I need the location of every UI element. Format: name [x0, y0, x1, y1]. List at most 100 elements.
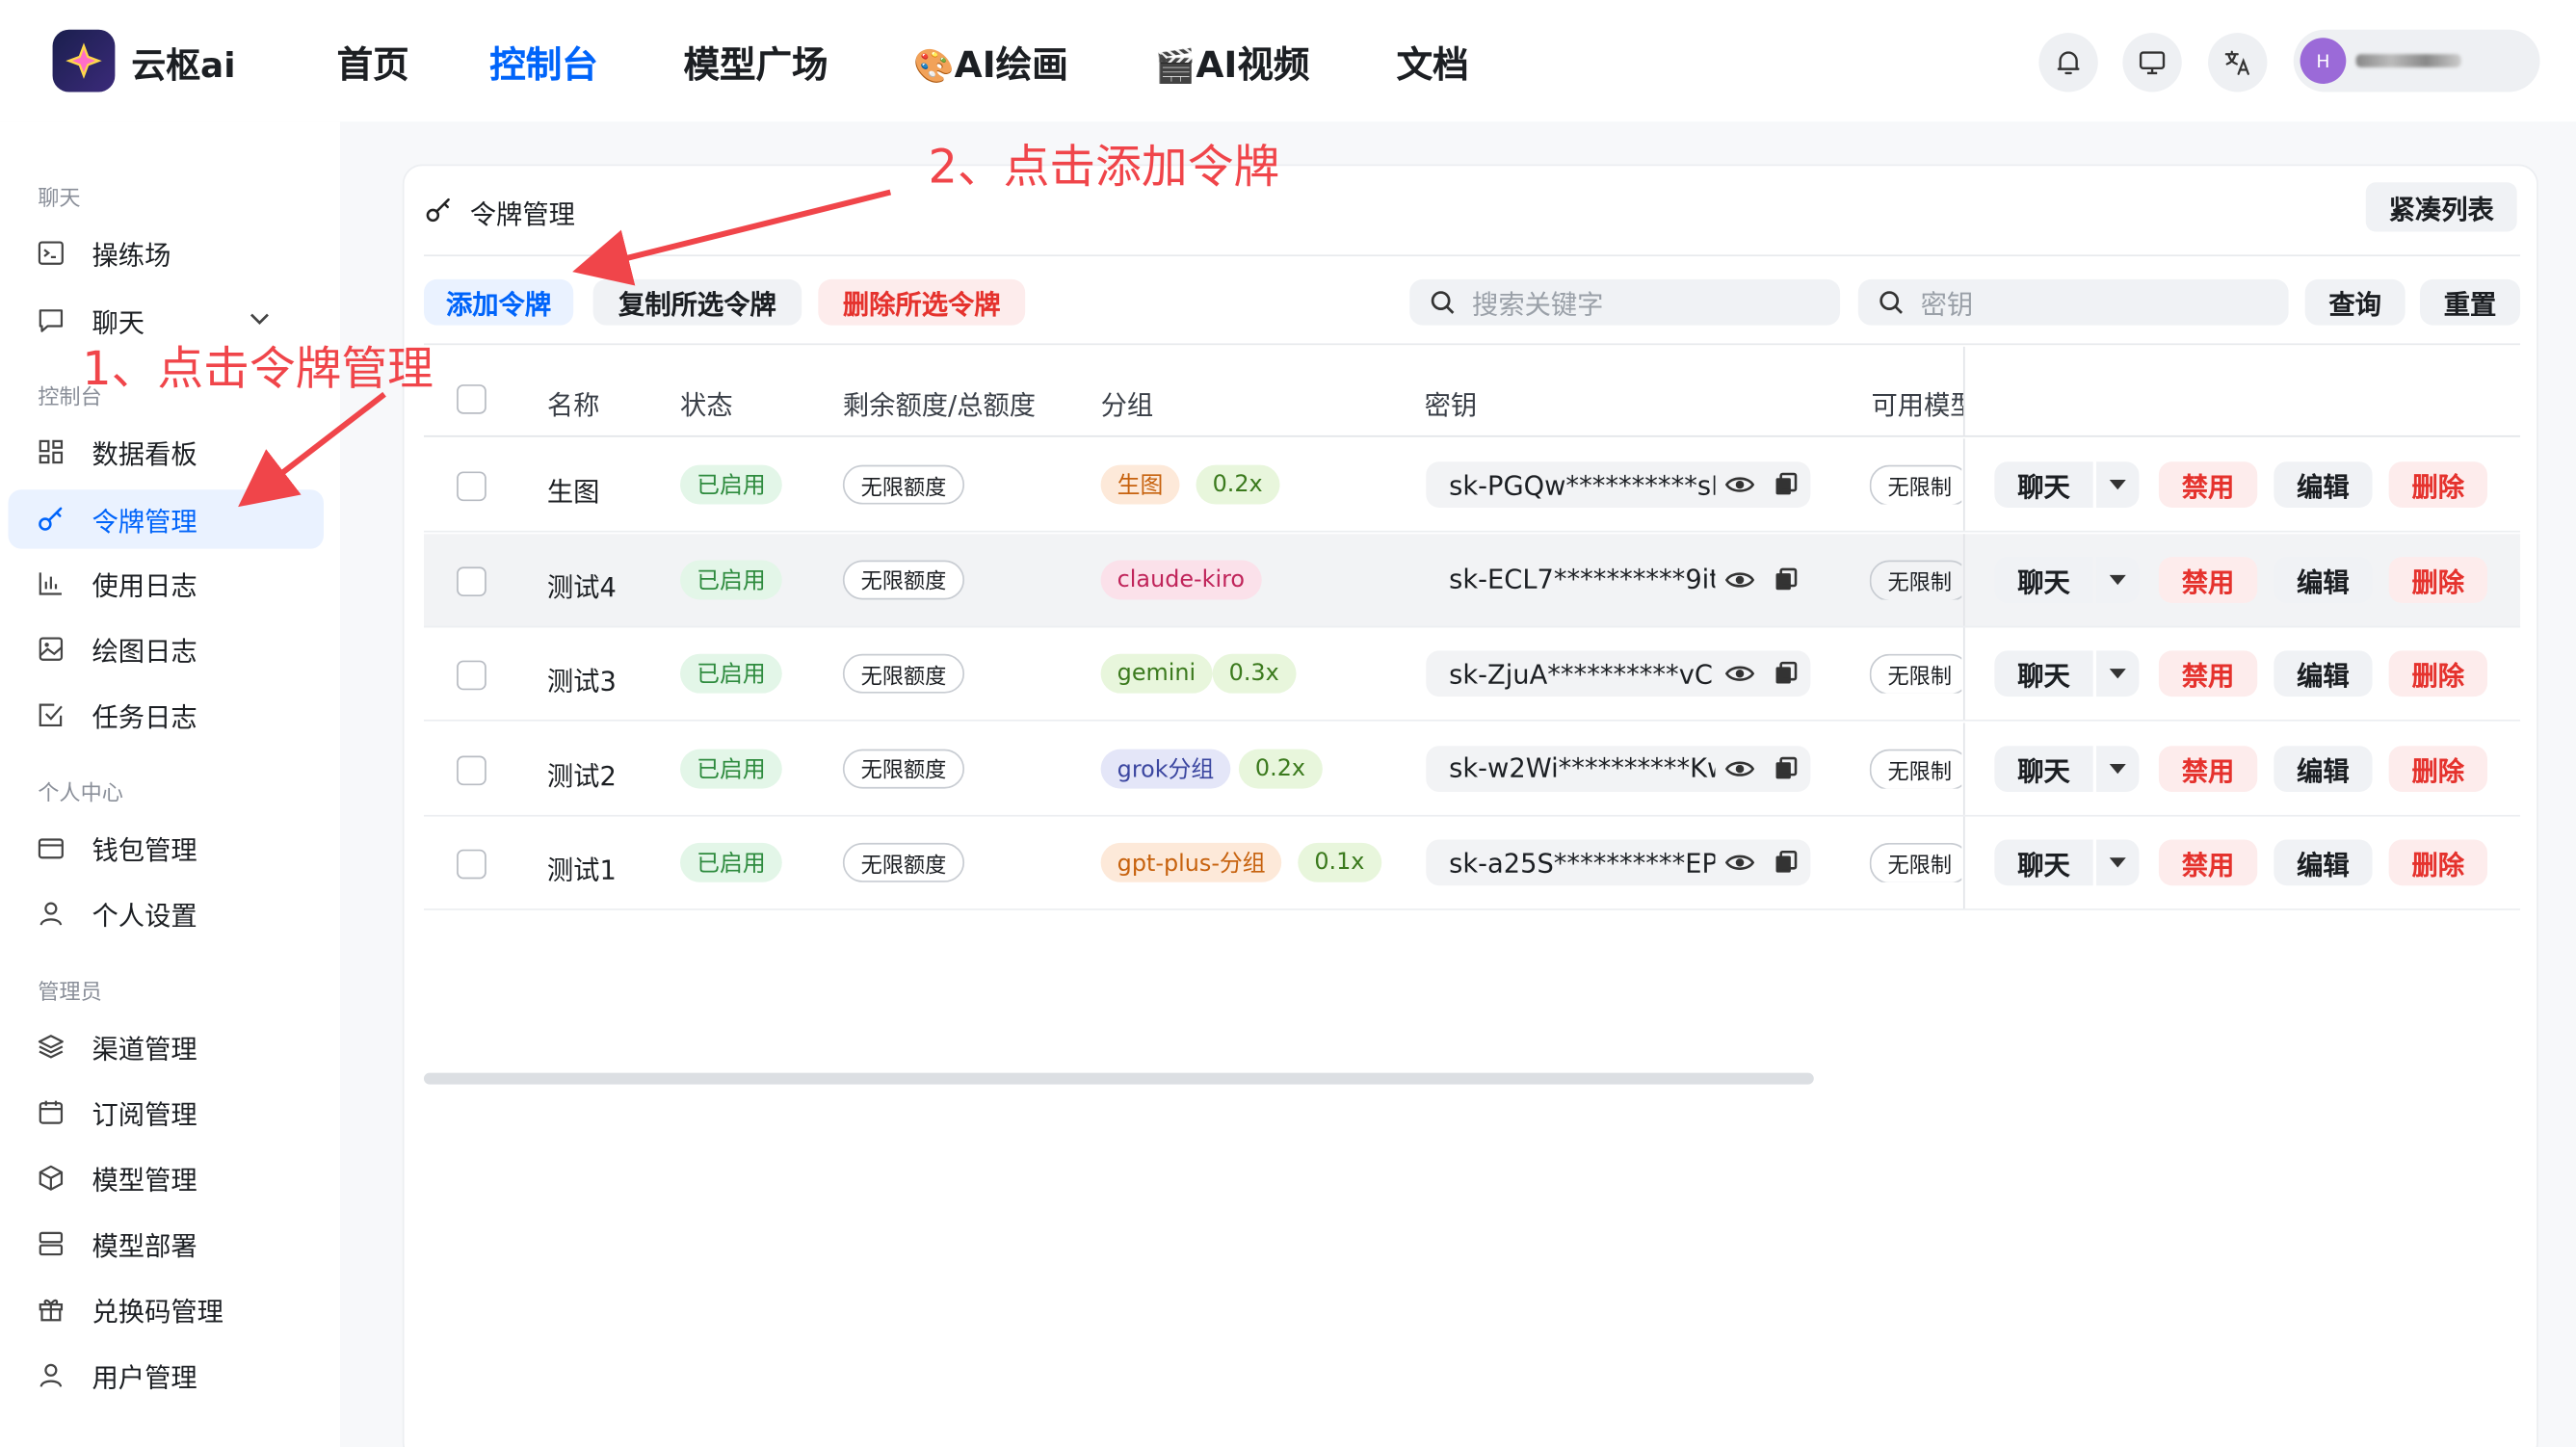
- sidebar-item-task-log[interactable]: 任务日志: [9, 685, 324, 744]
- nav-model-square[interactable]: 模型广场: [683, 37, 828, 90]
- sidebar-item-token-management[interactable]: 令牌管理: [8, 489, 324, 549]
- eye-icon[interactable]: [1724, 848, 1755, 878]
- row-checkbox[interactable]: [457, 471, 486, 502]
- select-all-checkbox[interactable]: [457, 384, 486, 414]
- edit-button[interactable]: 编辑: [2274, 461, 2373, 508]
- caret-down-icon: [2109, 763, 2126, 774]
- eye-icon[interactable]: [1724, 565, 1755, 594]
- edit-button[interactable]: 编辑: [2274, 839, 2373, 886]
- copy-icon[interactable]: [1771, 470, 1801, 500]
- chat-dropdown-button[interactable]: [2096, 556, 2140, 603]
- table-row[interactable]: 测试1 已启用 无限额度 gpt-plus-分组 0.1x sk-a25S********…: [423, 816, 2521, 910]
- nav-ai-painting[interactable]: 🎨AI绘画: [913, 37, 1068, 90]
- delete-button[interactable]: 删除: [2388, 556, 2487, 603]
- sidebar-item-label: 任务日志: [92, 701, 197, 733]
- horizontal-scrollbar[interactable]: [423, 1072, 1814, 1085]
- row-checkbox[interactable]: [457, 754, 486, 785]
- chat-dropdown-button[interactable]: [2096, 461, 2140, 508]
- search-icon: [1879, 291, 1903, 314]
- app-logo[interactable]: [52, 29, 116, 92]
- chevron-down-icon[interactable]: [249, 307, 272, 330]
- chat-button[interactable]: 聊天: [1994, 556, 2093, 603]
- disable-button[interactable]: 禁用: [2158, 461, 2258, 508]
- user-menu[interactable]: H: [2293, 29, 2540, 92]
- chat-button[interactable]: 聊天: [1994, 461, 2093, 508]
- group-ratio-tag: 0.1x: [1298, 842, 1381, 882]
- table-row[interactable]: 测试4 已启用 无限额度 claude-kiro sk-ECL7**********9i…: [423, 533, 2521, 627]
- sidebar-item-label: 数据看板: [92, 438, 197, 470]
- column-header-status: 状态: [680, 389, 733, 421]
- eye-icon[interactable]: [1724, 753, 1755, 783]
- disable-button[interactable]: 禁用: [2158, 839, 2258, 886]
- chat-button[interactable]: 聊天: [1994, 839, 2093, 886]
- sidebar-item-dashboard[interactable]: 数据看板: [9, 422, 324, 481]
- group-ratio-tag: 0.2x: [1238, 748, 1323, 788]
- display-mode-button[interactable]: [2122, 33, 2182, 92]
- copy-selected-tokens-button[interactable]: 复制所选令牌: [592, 278, 802, 326]
- palette-icon: 🎨: [913, 45, 955, 86]
- sidebar-item-models[interactable]: 模型管理: [9, 1148, 324, 1207]
- eye-icon[interactable]: [1724, 659, 1755, 689]
- notification-button[interactable]: [2038, 33, 2098, 92]
- add-token-button[interactable]: 添加令牌: [423, 278, 574, 326]
- chat-dropdown-button[interactable]: [2096, 650, 2140, 697]
- server-icon: [39, 1231, 64, 1256]
- delete-button[interactable]: 删除: [2388, 461, 2487, 508]
- chat-button[interactable]: 聊天: [1994, 745, 2093, 792]
- row-checkbox[interactable]: [457, 566, 486, 596]
- delete-selected-tokens-button[interactable]: 删除所选令牌: [818, 278, 1026, 326]
- copy-icon[interactable]: [1771, 659, 1801, 689]
- sidebar-item-redeem-codes[interactable]: 兑换码管理: [9, 1280, 324, 1339]
- row-checkbox[interactable]: [457, 660, 486, 691]
- available-models: 无限制: [1869, 748, 1962, 788]
- language-button[interactable]: [2208, 33, 2268, 92]
- token-name: 测试3: [546, 665, 617, 697]
- sidebar-item-personal-settings[interactable]: 个人设置: [9, 884, 324, 943]
- delete-button[interactable]: 删除: [2388, 839, 2487, 886]
- disable-button[interactable]: 禁用: [2158, 745, 2258, 792]
- key-search-input[interactable]: 密钥: [1857, 278, 2289, 326]
- sidebar-item-usage-log[interactable]: 使用日志: [9, 554, 324, 613]
- sidebar-item-model-deploy[interactable]: 模型部署: [9, 1214, 324, 1273]
- nav-console[interactable]: 控制台: [489, 37, 598, 90]
- chat-button[interactable]: 聊天: [1994, 650, 2093, 697]
- nav-ai-video[interactable]: 🎬AI视频: [1155, 37, 1310, 90]
- table-row[interactable]: 测试3 已启用 无限额度 gemini 0.3x sk-ZjuA**********vCP…: [423, 627, 2521, 722]
- eye-icon[interactable]: [1724, 470, 1755, 500]
- sidebar-item-wallet[interactable]: 钱包管理: [9, 818, 324, 877]
- chat-dropdown-button[interactable]: [2096, 839, 2140, 886]
- edit-button[interactable]: 编辑: [2274, 745, 2373, 792]
- edit-button[interactable]: 编辑: [2274, 650, 2373, 697]
- group-tag: gpt-plus-分组: [1100, 842, 1282, 882]
- sidebar-item-users[interactable]: 用户管理: [9, 1346, 324, 1405]
- chat-dropdown-button[interactable]: [2096, 745, 2140, 792]
- models-tag: 无限制: [1869, 653, 1962, 694]
- sidebar-section-personal: 个人中心: [38, 781, 123, 807]
- brand-name[interactable]: 云枢ai: [131, 39, 235, 89]
- annotation-step-2: 2、点击添加令牌: [928, 139, 1280, 195]
- copy-icon[interactable]: [1771, 565, 1801, 594]
- table-row[interactable]: 测试2 已启用 无限额度 grok分组 0.2x sk-w2Wi**********Kw 无…: [423, 722, 2521, 816]
- reset-button[interactable]: 重置: [2420, 278, 2521, 326]
- search-input[interactable]: 搜索关键字: [1409, 278, 1841, 326]
- user-icon: [39, 902, 63, 926]
- delete-button[interactable]: 删除: [2388, 650, 2487, 697]
- query-button[interactable]: 查询: [2304, 278, 2405, 326]
- copy-icon[interactable]: [1771, 753, 1801, 783]
- row-checkbox[interactable]: [457, 849, 486, 880]
- compact-list-button[interactable]: 紧凑列表: [2365, 182, 2517, 232]
- sidebar-item-drawing-log[interactable]: 绘图日志: [9, 619, 324, 678]
- copy-icon[interactable]: [1771, 848, 1801, 878]
- calendar-icon: [39, 1100, 64, 1124]
- sidebar-item-playground[interactable]: 操练场: [9, 224, 324, 282]
- nav-docs[interactable]: 文档: [1397, 37, 1469, 90]
- nav-home[interactable]: 首页: [337, 37, 409, 90]
- edit-button[interactable]: 编辑: [2274, 556, 2373, 603]
- delete-button[interactable]: 删除: [2388, 745, 2487, 792]
- sidebar-item-subscriptions[interactable]: 订阅管理: [9, 1083, 324, 1142]
- disable-button[interactable]: 禁用: [2158, 556, 2258, 603]
- disable-button[interactable]: 禁用: [2158, 650, 2258, 697]
- nav-ai-painting-label: AI绘画: [954, 45, 1068, 88]
- sidebar-item-channels[interactable]: 渠道管理: [9, 1017, 324, 1076]
- table-row[interactable]: 生图 已启用 无限额度 生图 0.2x sk-PGQw**********sE 无限制 聊天 禁…: [423, 438, 2521, 533]
